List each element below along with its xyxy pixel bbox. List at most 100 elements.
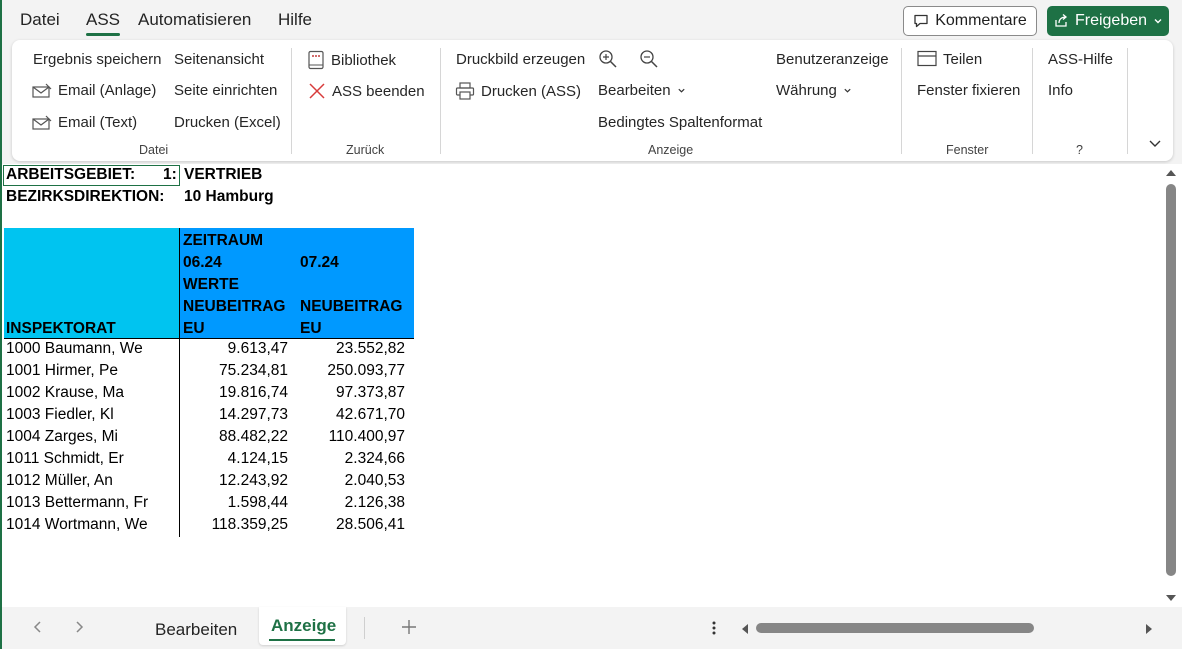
value-period-2[interactable]: 23.552,82	[298, 340, 405, 358]
ass-exit-label: ASS beenden	[332, 82, 425, 100]
printer-icon	[455, 82, 475, 100]
user-display-button[interactable]: Benutzeranzeige	[776, 51, 889, 68]
ribbon-separator	[1127, 48, 1128, 154]
vertical-scrollbar[interactable]	[1162, 164, 1182, 607]
zoom-out-button[interactable]	[639, 49, 659, 69]
share-label: Freigeben	[1074, 12, 1148, 29]
chevron-down-icon	[1149, 140, 1161, 147]
value-period-2[interactable]: 28.506,41	[298, 516, 405, 534]
zoom-in-icon	[599, 50, 617, 68]
value-period-1[interactable]: 12.243,92	[182, 472, 288, 490]
value-period-2[interactable]: 2.126,38	[298, 494, 405, 512]
page-view-button[interactable]: Seitenansicht	[174, 51, 264, 68]
inspektorat-name[interactable]: 1000 Baumann, We	[6, 340, 143, 358]
sheet-tab-anzeige-label: Anzeige	[271, 616, 337, 635]
info-button[interactable]: Info	[1048, 82, 1073, 99]
inspektorat-name[interactable]: 1002 Krause, Ma	[6, 384, 124, 402]
group-label-zurueck: Zurück	[346, 143, 385, 157]
value-period-1[interactable]: 1.598,44	[182, 494, 288, 512]
inspektorat-name[interactable]: 1013 Bettermann, Fr	[6, 494, 148, 512]
library-button[interactable]: Bibliothek	[307, 50, 396, 70]
period-2-header: 07.24	[300, 254, 339, 271]
arbeitsgebiet-label: ARBEITSGEBIET:	[6, 166, 136, 183]
scroll-up-icon[interactable]	[1165, 168, 1177, 178]
zoom-out-icon	[640, 50, 658, 68]
email-attachment-button[interactable]: Email (Anlage)	[32, 82, 156, 99]
arbeitsgebiet-value: VERTRIEB	[184, 166, 263, 183]
tab-automatisieren[interactable]: Automatisieren	[138, 10, 251, 30]
book-icon	[308, 50, 324, 70]
value-period-2[interactable]: 42.671,70	[298, 406, 405, 424]
inspektorat-name[interactable]: 1003 Fiedler, Kl	[6, 406, 114, 424]
sheet-tab-anzeige[interactable]: Anzeige	[259, 607, 346, 645]
print-image-button[interactable]: Druckbild erzeugen	[456, 51, 585, 68]
ass-help-button[interactable]: ASS-Hilfe	[1048, 51, 1113, 68]
ribbon-separator	[1032, 48, 1033, 154]
comments-button[interactable]: Kommentare	[903, 6, 1037, 36]
spreadsheet-grid[interactable]: ARBEITSGEBIET: 1: VERTRIEB BEZIRKSDIREKT…	[2, 164, 1162, 607]
value-period-2[interactable]: 250.093,77	[298, 362, 405, 380]
bezirksdirektion-label: BEZIRKSDIREKTION:	[6, 188, 165, 205]
chevron-left-icon[interactable]	[32, 620, 44, 634]
scroll-left-icon[interactable]	[740, 623, 750, 635]
value-period-1[interactable]: 75.234,81	[182, 362, 288, 380]
scroll-right-icon[interactable]	[1144, 623, 1154, 635]
share-button[interactable]: Freigeben	[1047, 6, 1169, 36]
horizontal-scrollbar[interactable]	[740, 619, 1160, 637]
tab-ass[interactable]: ASS	[86, 10, 121, 36]
edit-dropdown[interactable]: Bearbeiten	[598, 82, 686, 99]
split-button[interactable]: Teilen	[917, 50, 982, 68]
value-period-2[interactable]: 97.373,87	[298, 384, 405, 402]
email-text-button[interactable]: Email (Text)	[32, 114, 137, 131]
save-result-button[interactable]: Ergebnis speichern	[33, 51, 161, 68]
sheet-tab-bearbeiten[interactable]: Bearbeiten	[155, 620, 237, 640]
print-ass-button[interactable]: Drucken (ASS)	[455, 82, 581, 100]
value-period-1[interactable]: 19.816,74	[182, 384, 288, 402]
inspektorat-name[interactable]: 1011 Schmidt, Er	[6, 450, 124, 468]
zoom-in-button[interactable]	[598, 49, 618, 69]
add-sheet-icon[interactable]	[401, 619, 417, 635]
freeze-panes-button[interactable]: Fenster fixieren	[917, 82, 1020, 99]
chevron-down-icon	[1154, 19, 1162, 24]
ass-exit-button[interactable]: ASS beenden	[308, 82, 425, 100]
ribbon-separator	[291, 48, 292, 154]
value-period-1[interactable]: 88.482,22	[182, 428, 288, 446]
page-setup-button[interactable]: Seite einrichten	[174, 82, 277, 99]
share-icon	[1055, 14, 1067, 27]
inspektorat-name[interactable]: 1004 Zarges, Mi	[6, 428, 118, 446]
group-label-help: ?	[1076, 143, 1083, 157]
inspektorat-name[interactable]: 1014 Wortmann, We	[6, 516, 148, 534]
menu-bar: Datei ASS Automatisieren Hilfe Kommentar…	[2, 0, 1182, 40]
tab-hilfe[interactable]: Hilfe	[278, 10, 312, 30]
ribbon-collapse-button[interactable]	[1148, 136, 1162, 150]
value-period-1[interactable]: 4.124,15	[182, 450, 288, 468]
col-a-header-line2: EU	[183, 320, 205, 337]
chevron-right-icon[interactable]	[73, 620, 85, 634]
value-period-1[interactable]: 9.613,47	[182, 340, 288, 358]
tab-separator	[364, 617, 365, 639]
ribbon-separator	[440, 48, 441, 154]
conditional-format-button[interactable]: Bedingtes Spaltenformat	[598, 114, 762, 131]
inspektorat-name[interactable]: 1001 Hirmer, Pe	[6, 362, 118, 380]
tab-datei[interactable]: Datei	[20, 10, 60, 30]
value-period-1[interactable]: 14.297,73	[182, 406, 288, 424]
scroll-down-icon[interactable]	[1165, 593, 1177, 603]
print-excel-button[interactable]: Drucken (Excel)	[174, 114, 281, 131]
split-window-icon	[917, 50, 937, 67]
comments-label: Kommentare	[935, 12, 1027, 29]
currency-dropdown[interactable]: Währung	[776, 82, 852, 99]
more-options-icon[interactable]	[711, 620, 717, 636]
active-tab-indicator	[269, 639, 335, 641]
inspektorat-header: INSPEKTORAT	[6, 320, 116, 337]
horizontal-scroll-thumb[interactable]	[756, 623, 1034, 633]
comment-icon	[914, 14, 928, 28]
vertical-scroll-thumb[interactable]	[1166, 184, 1176, 576]
chevron-down-icon	[677, 88, 685, 93]
col-b-header-line2: EU	[300, 320, 322, 337]
value-period-2[interactable]: 2.324,66	[298, 450, 405, 468]
value-period-2[interactable]: 2.040,53	[298, 472, 405, 490]
inspektorat-name[interactable]: 1012 Müller, An	[6, 472, 113, 490]
value-period-1[interactable]: 118.359,25	[182, 516, 288, 534]
value-period-2[interactable]: 110.400,97	[298, 428, 405, 446]
chevron-down-icon	[844, 88, 851, 93]
